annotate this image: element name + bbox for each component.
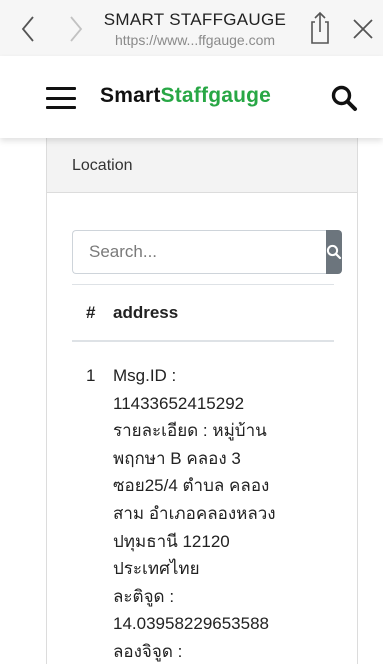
address-bar[interactable]: SMART STAFFGAUGE https://www...ffgauge.c… xyxy=(100,10,290,48)
column-header-address: address xyxy=(113,302,179,322)
row-number: 1 xyxy=(86,366,96,385)
location-card: Location # address 1 Msg.ID : 1143365241… xyxy=(46,138,358,664)
close-button[interactable] xyxy=(350,16,376,42)
search-icon[interactable] xyxy=(330,84,358,112)
chevron-left-icon xyxy=(21,16,34,42)
brand-name-part1: Smart xyxy=(100,84,161,107)
back-button[interactable] xyxy=(16,14,40,44)
share-button[interactable] xyxy=(306,10,334,46)
forward-button[interactable] xyxy=(64,14,88,44)
browser-toolbar: SMART STAFFGAUGE https://www...ffgauge.c… xyxy=(0,0,383,56)
brand-name-part2: Staffgauge xyxy=(160,84,272,107)
app-navbar: SmartStaffgauge xyxy=(0,56,383,138)
search-input[interactable] xyxy=(72,230,326,274)
page-url: https://www...ffgauge.com xyxy=(114,32,276,48)
chevron-right-icon xyxy=(70,16,83,42)
search-group xyxy=(72,230,342,274)
table-row: 1 Msg.ID : 11433652415292 รายละเอียด : ห… xyxy=(72,342,334,664)
row-address: Msg.ID : 11433652415292 รายละเอียด : หมู… xyxy=(113,366,276,661)
location-table: # address 1 Msg.ID : 11433652415292 รายล… xyxy=(72,284,334,664)
search-button[interactable] xyxy=(326,230,342,274)
column-header-number: # xyxy=(86,302,96,322)
page-title: SMART STAFFGAUGE xyxy=(103,10,287,29)
brand-logo[interactable]: SmartStaffgauge xyxy=(100,84,271,108)
close-icon xyxy=(353,19,373,39)
table-header: # address xyxy=(72,284,334,342)
share-icon xyxy=(311,11,329,44)
search-icon xyxy=(326,244,342,260)
hamburger-menu-icon[interactable] xyxy=(46,87,76,109)
card-header: Location xyxy=(47,138,357,193)
